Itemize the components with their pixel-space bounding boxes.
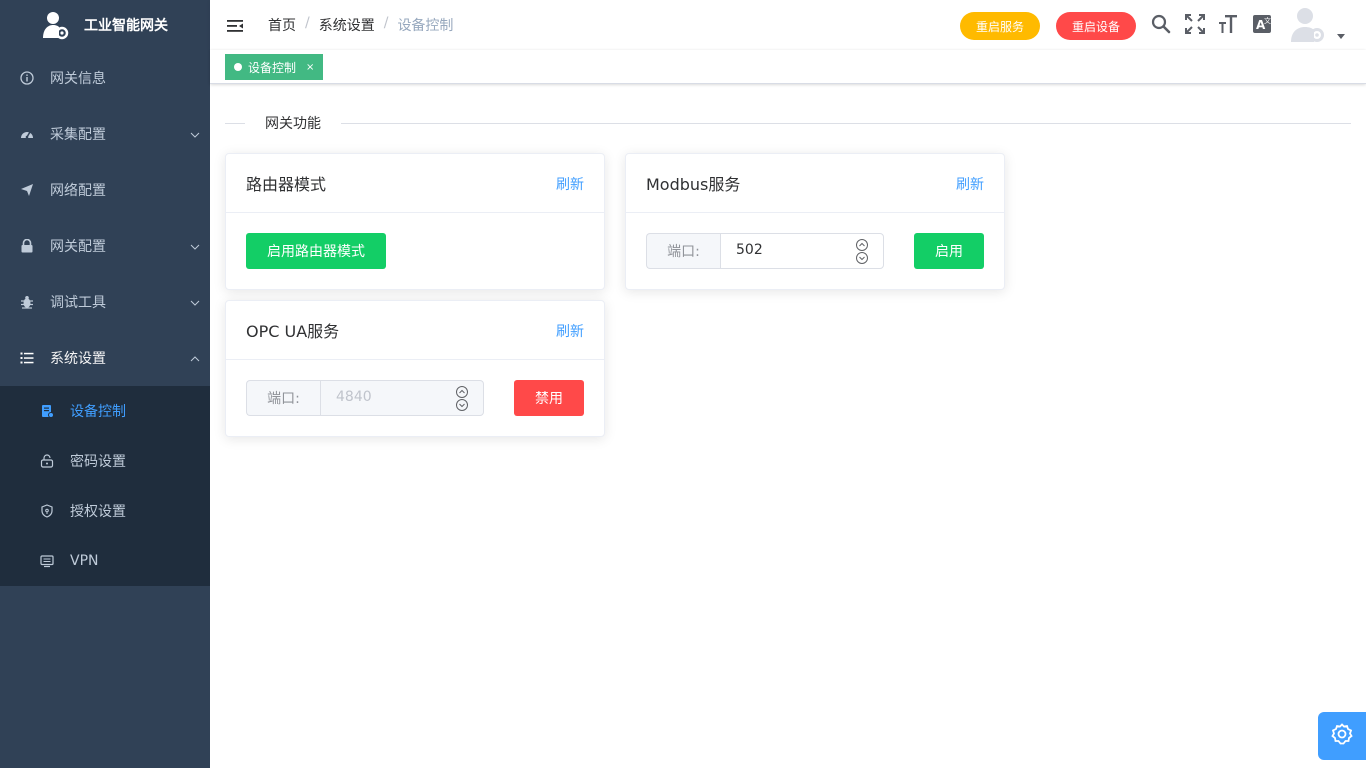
card-header: OPC UA服务 刷新 <box>226 301 604 360</box>
gear-icon <box>1330 722 1354 750</box>
divider-line <box>341 123 1351 124</box>
chevron-up-icon <box>190 352 200 362</box>
port-input[interactable]: 502 <box>720 233 884 269</box>
dashboard-icon <box>20 127 34 141</box>
hamburger-icon[interactable] <box>226 17 244 35</box>
refresh-button[interactable]: 刷新 <box>556 321 584 341</box>
port-label: 端口: <box>646 233 720 269</box>
restart-service-button[interactable]: 重启服务 <box>960 12 1040 40</box>
enable-modbus-button[interactable]: 启用 <box>914 233 984 269</box>
divider-line <box>225 123 245 124</box>
unlock-icon <box>40 454 54 468</box>
sidebar-item-device-control[interactable]: 设备控制 <box>0 386 210 436</box>
port-value: 502 <box>736 242 763 258</box>
tag-label: 设备控制 <box>248 60 297 75</box>
sidebar-item-gateway-info[interactable]: 网关信息 <box>0 50 210 106</box>
router-mode-card: 路由器模式 刷新 启用路由器模式 <box>225 153 605 290</box>
device-icon <box>40 404 54 418</box>
monitor-icon <box>40 554 54 568</box>
submenu-system-settings: 设备控制 密码设置 授权设置 VPN <box>0 386 210 586</box>
sidebar-item-label: VPN <box>70 553 99 569</box>
active-dot-icon <box>234 63 242 71</box>
bug-icon <box>20 295 34 309</box>
card-header: 路由器模式 刷新 <box>226 154 604 213</box>
logo[interactable]: 工业智能网关 <box>0 0 210 50</box>
increment-icon[interactable] <box>856 239 868 251</box>
tag-device-control[interactable]: 设备控制 × <box>225 54 324 80</box>
sidebar-item-license-settings[interactable]: 授权设置 <box>0 486 210 536</box>
sidebar-item-label: 调试工具 <box>50 295 106 311</box>
translate-icon[interactable]: A文 <box>1251 13 1273 35</box>
navbar: 首页 / 系统设置 / 设备控制 重启服务 重启设备 A文 <box>210 0 1366 50</box>
opcua-service-card: OPC UA服务 刷新 端口: 4840 禁用 <box>225 300 605 437</box>
settings-button[interactable] <box>1318 712 1366 760</box>
sidebar-item-label: 设备控制 <box>70 404 126 420</box>
sidebar-item-password-settings[interactable]: 密码设置 <box>0 436 210 486</box>
sidebar-item-network-config[interactable]: 网络配置 <box>0 162 210 218</box>
card-title: 路由器模式 <box>246 175 327 194</box>
card-body: 端口: 502 启用 <box>626 213 1004 290</box>
card-title: Modbus服务 <box>646 175 741 194</box>
decrement-icon <box>456 399 468 411</box>
breadcrumb-separator: / <box>383 15 389 31</box>
card-body: 端口: 4840 禁用 <box>226 360 604 437</box>
sidebar-item-label: 网络配置 <box>50 183 106 199</box>
caret-down-icon[interactable] <box>1337 34 1345 39</box>
restart-device-button[interactable]: 重启设备 <box>1056 12 1136 40</box>
sidebar-item-collect-config[interactable]: 采集配置 <box>0 106 210 162</box>
app-title: 工业智能网关 <box>84 18 168 34</box>
decrement-icon[interactable] <box>856 252 868 264</box>
sidebar-item-label: 系统设置 <box>50 351 106 367</box>
port-input-group: 端口: 502 <box>646 233 884 269</box>
card-header: Modbus服务 刷新 <box>626 154 1004 213</box>
avatar[interactable] <box>1290 6 1326 44</box>
user-gear-icon <box>42 10 70 40</box>
chevron-down-icon <box>190 128 200 138</box>
sidebar-item-vpn[interactable]: VPN <box>0 536 210 586</box>
tags-view: 设备控制 × <box>210 50 1366 84</box>
breadcrumb-home[interactable]: 首页 <box>268 15 296 35</box>
disable-opcua-button[interactable]: 禁用 <box>514 380 584 416</box>
list-icon <box>20 351 34 365</box>
enable-router-mode-button[interactable]: 启用路由器模式 <box>246 233 386 269</box>
increment-icon <box>456 386 468 398</box>
info-icon <box>20 71 34 85</box>
sidebar-item-label: 采集配置 <box>50 127 106 143</box>
breadcrumb-system-settings[interactable]: 系统设置 <box>319 15 375 35</box>
port-input: 4840 <box>320 380 484 416</box>
sidebar-item-debug-tools[interactable]: 调试工具 <box>0 274 210 330</box>
breadcrumb-current: 设备控制 <box>397 18 454 34</box>
modbus-service-card: Modbus服务 刷新 端口: 502 启用 <box>625 153 1005 290</box>
lock-icon <box>20 239 34 253</box>
chevron-down-icon <box>190 296 200 306</box>
fullscreen-icon[interactable] <box>1184 13 1206 35</box>
breadcrumb-separator: / <box>305 15 310 31</box>
port-input-group: 端口: 4840 <box>246 380 484 416</box>
sidebar-item-label: 授权设置 <box>70 504 126 520</box>
sidebar-item-system-settings[interactable]: 系统设置 <box>0 330 210 386</box>
sidebar-item-label: 密码设置 <box>70 454 126 470</box>
font-size-icon[interactable] <box>1217 13 1239 35</box>
shield-icon <box>40 504 54 518</box>
svg-text:文: 文 <box>1264 16 1271 25</box>
refresh-button[interactable]: 刷新 <box>956 174 984 194</box>
search-icon[interactable] <box>1150 13 1172 35</box>
refresh-button[interactable]: 刷新 <box>556 174 584 194</box>
section-divider: 网关功能 <box>225 113 1351 133</box>
port-value: 4840 <box>336 389 372 405</box>
close-icon[interactable]: × <box>306 62 314 73</box>
card-body: 启用路由器模式 <box>226 213 604 290</box>
section-title: 网关功能 <box>255 113 331 133</box>
breadcrumb: 首页 / 系统设置 / 设备控制 <box>268 15 453 35</box>
sidebar-item-label: 网关配置 <box>50 239 106 255</box>
port-label: 端口: <box>246 380 320 416</box>
sidebar-item-gateway-config[interactable]: 网关配置 <box>0 218 210 274</box>
sidebar: 工业智能网关 网关信息 采集配置 网络配置 网关配置 调试工具 系统设置 设备控… <box>0 0 210 768</box>
send-icon <box>20 183 34 197</box>
card-title: OPC UA服务 <box>246 322 340 341</box>
chevron-down-icon <box>190 240 200 250</box>
sidebar-item-label: 网关信息 <box>50 71 106 87</box>
